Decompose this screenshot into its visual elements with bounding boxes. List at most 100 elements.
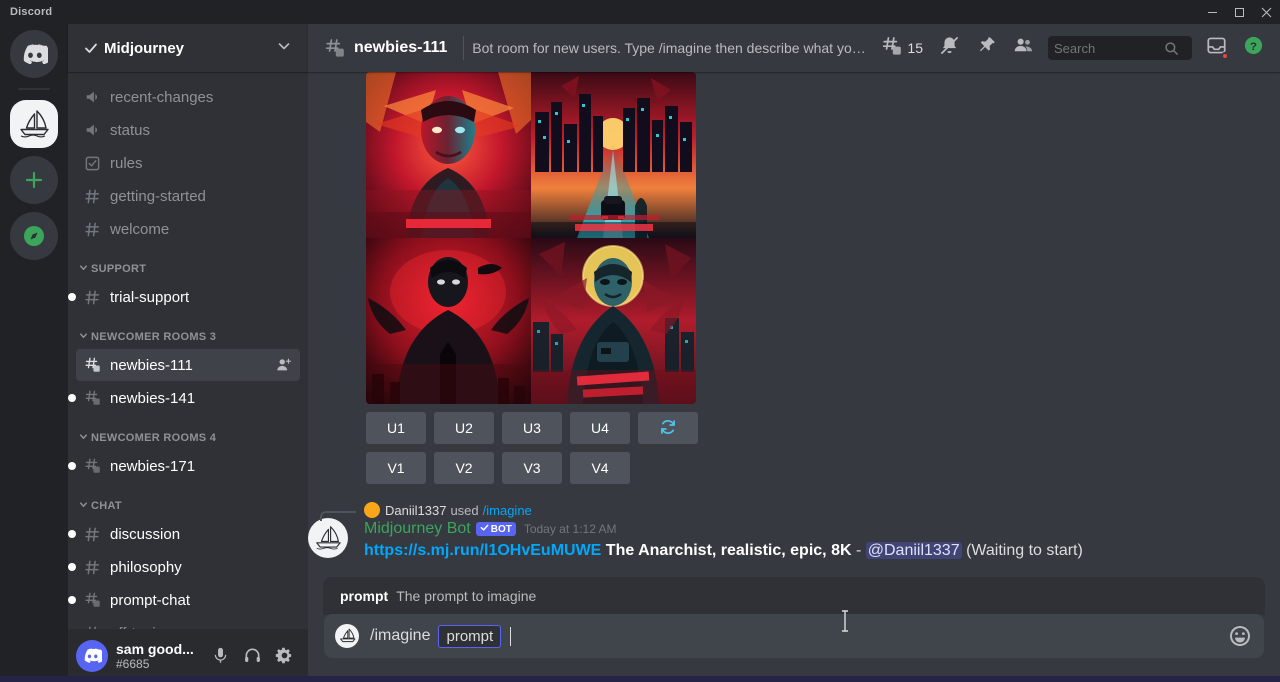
- help-icon: ?: [1243, 35, 1264, 61]
- composer-command-avatar-wrap: [324, 624, 370, 648]
- guild-header[interactable]: Midjourney: [68, 24, 308, 72]
- gear-icon[interactable]: [268, 640, 300, 672]
- search-field[interactable]: [1054, 41, 1164, 56]
- sidebar-channel-rules[interactable]: rules: [76, 147, 300, 179]
- member-list-button[interactable]: [1005, 32, 1042, 64]
- sidebar-channel-trial-support[interactable]: trial-support: [76, 281, 300, 313]
- pin-icon: [976, 35, 997, 61]
- channel-header: newbies-111 Bot room for new users. Type…: [308, 24, 1280, 72]
- rules-icon: [84, 155, 104, 172]
- unread-indicator: [68, 596, 76, 604]
- midjourney-result-message: U1 U2 U3 U4: [308, 72, 1280, 484]
- avatar[interactable]: [76, 640, 108, 672]
- sidebar-channel-status[interactable]: status: [76, 114, 300, 146]
- grid-image-2[interactable]: [531, 72, 696, 238]
- sidebar-channel-prompt-chat[interactable]: prompt-chat: [76, 584, 300, 616]
- channel-label: philosophy: [110, 559, 182, 576]
- sidebar-channel-off-topic[interactable]: off-topic: [76, 617, 300, 629]
- notification-settings-button[interactable]: [931, 32, 968, 64]
- upscale-button-u2[interactable]: U2: [434, 412, 494, 444]
- composer-option-chip[interactable]: prompt: [438, 625, 501, 648]
- grid-image-4[interactable]: [531, 238, 696, 404]
- server-icon-home[interactable]: [10, 30, 58, 78]
- compass-icon: [22, 224, 46, 248]
- server-icon-explore[interactable]: [10, 212, 58, 260]
- hash-icon: [84, 526, 104, 543]
- sidebar-channel-welcome[interactable]: welcome: [76, 213, 300, 245]
- sidebar-channel-newbies-141[interactable]: newbies-141: [76, 382, 300, 414]
- sidebar-channel-philosophy[interactable]: philosophy: [76, 551, 300, 583]
- server-icon-add[interactable]: [10, 156, 58, 204]
- category-label: SUPPORT: [91, 263, 146, 275]
- minimize-button[interactable]: [1199, 0, 1226, 24]
- message-mention[interactable]: @Daniil1337: [866, 542, 962, 559]
- hash-thread-icon: [324, 37, 346, 59]
- channel-label: newbies-141: [110, 390, 195, 407]
- maximize-button[interactable]: [1226, 0, 1253, 24]
- sidebar-channel-recent-changes[interactable]: recent-changes: [76, 81, 300, 113]
- main-content: newbies-111 Bot room for new users. Type…: [308, 24, 1280, 682]
- taskbar: [0, 676, 1280, 682]
- server-rail: [0, 24, 68, 682]
- upscale-button-u1[interactable]: U1: [366, 412, 426, 444]
- page-title: newbies-111: [354, 39, 447, 57]
- image-grid[interactable]: [366, 72, 696, 404]
- category-chat[interactable]: CHAT: [68, 483, 308, 517]
- category-support[interactable]: SUPPORT: [68, 246, 308, 280]
- hint-option-description: The prompt to imagine: [396, 588, 536, 604]
- sailboat-icon: [17, 109, 51, 139]
- microphone-icon[interactable]: [204, 640, 236, 672]
- channel-topic[interactable]: Bot room for new users. Type /imagine th…: [472, 40, 873, 56]
- threads-button[interactable]: 15: [873, 32, 931, 64]
- variation-button-v1[interactable]: V1: [366, 452, 426, 484]
- sidebar-channel-newbies-171[interactable]: newbies-171: [76, 450, 300, 482]
- message-list[interactable]: U1 U2 U3 U4: [308, 72, 1280, 578]
- search-input[interactable]: [1048, 36, 1192, 60]
- sidebar-channel-discussion[interactable]: discussion: [76, 518, 300, 550]
- variation-button-row: V1 V2 V3 V4: [366, 452, 1280, 484]
- add-member-icon[interactable]: [276, 357, 292, 373]
- grid-image-3[interactable]: [366, 238, 531, 404]
- category-newcomer-rooms-3[interactable]: NEWCOMER ROOMS 3: [68, 314, 308, 348]
- category-newcomer-rooms-4[interactable]: NEWCOMER ROOMS 4: [68, 415, 308, 449]
- variation-button-v4[interactable]: V4: [570, 452, 630, 484]
- help-button[interactable]: ?: [1235, 32, 1272, 64]
- avatar[interactable]: [308, 518, 348, 558]
- refresh-icon: [659, 418, 677, 439]
- channel-label: status: [110, 122, 150, 139]
- variation-button-v2[interactable]: V2: [434, 452, 494, 484]
- message-author[interactable]: Midjourney Bot: [364, 520, 471, 538]
- message-composer[interactable]: /imagine prompt: [324, 614, 1264, 658]
- avatar: [335, 624, 359, 648]
- command-name[interactable]: /imagine: [483, 503, 532, 518]
- grid-image-1[interactable]: [366, 72, 531, 238]
- hash-icon: [84, 625, 104, 630]
- upscale-button-u3[interactable]: U3: [502, 412, 562, 444]
- chevron-down-icon: [78, 431, 89, 445]
- username: sam good...: [116, 641, 194, 657]
- threads-icon: [881, 35, 903, 62]
- variation-button-v3[interactable]: V3: [502, 452, 562, 484]
- inbox-button[interactable]: [1198, 32, 1235, 64]
- composer-wrapper: /imagine prompt: [308, 614, 1280, 682]
- upscale-button-u4[interactable]: U4: [570, 412, 630, 444]
- emoji-picker-button[interactable]: [1226, 622, 1254, 650]
- user-controls: [204, 640, 300, 672]
- user-discriminator: #6685: [116, 657, 194, 671]
- unread-indicator: [68, 293, 76, 301]
- category-label: CHAT: [91, 500, 122, 512]
- unread-indicator: [68, 563, 76, 571]
- sailboat-icon: [338, 628, 357, 644]
- headphones-icon[interactable]: [236, 640, 268, 672]
- message-status: (Waiting to start): [966, 542, 1083, 559]
- user-identity[interactable]: sam good... #6685: [116, 641, 194, 671]
- message-link[interactable]: https://s.mj.run/l1OHvEuMUWE: [364, 542, 601, 559]
- reroll-button[interactable]: [638, 412, 698, 444]
- pinned-messages-button[interactable]: [968, 32, 1005, 64]
- sidebar-channel-newbies-111[interactable]: newbies-111: [76, 349, 300, 381]
- sidebar-channel-getting-started[interactable]: getting-started: [76, 180, 300, 212]
- composer-command-name: /imagine: [370, 627, 430, 645]
- server-icon-midjourney[interactable]: [10, 100, 58, 148]
- command-invoker-name[interactable]: Daniil1337: [385, 503, 446, 518]
- close-button[interactable]: [1253, 0, 1280, 24]
